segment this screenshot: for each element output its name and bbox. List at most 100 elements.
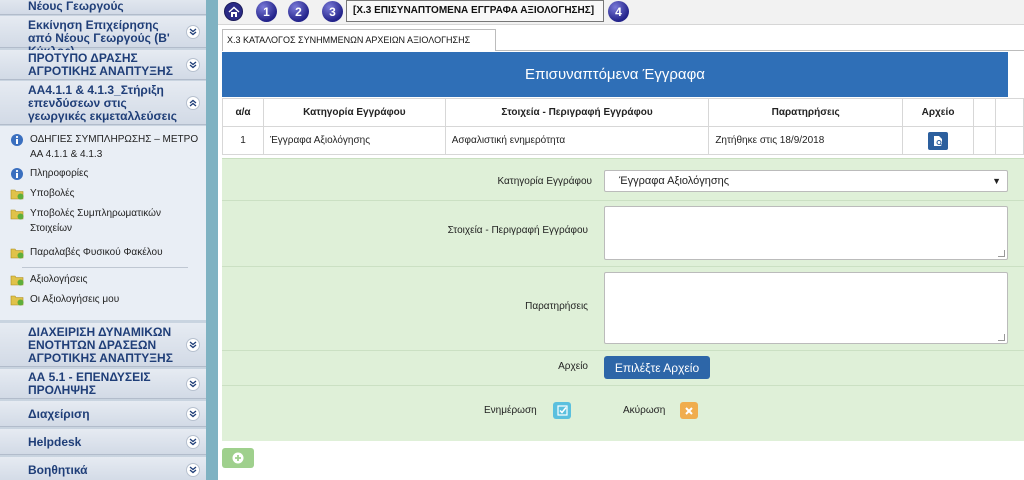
add-document-button[interactable] bbox=[222, 448, 254, 468]
column-header: α/α bbox=[222, 98, 264, 127]
cell-notes: Ζητήθηκε στις 18/9/2018 bbox=[708, 126, 904, 155]
sidebar-item-info[interactable]: Πληροφορίες bbox=[11, 166, 200, 181]
sidebar-item-label: Πληροφορίες bbox=[30, 168, 89, 179]
sidebar-item-label: Υποβολές bbox=[30, 188, 75, 199]
sidebar-section-label: Διαχείριση bbox=[28, 407, 90, 421]
tab-attached-files[interactable]: Χ.3 ΚΑΤΑΛΟΓΟΣ ΣΥΝΗΜΜΕΝΩΝ ΑΡΧΕΙΩΝ ΑΞΙΟΛΟΓ… bbox=[222, 29, 496, 51]
sidebar-section-young-farmers[interactable]: Νέους Γεωργούς bbox=[0, 0, 206, 15]
form-divider bbox=[222, 200, 1024, 201]
table-row[interactable]: 1 Έγγραφα Αξιολόγησης Ασφαλιστική ενημερ… bbox=[222, 126, 1024, 155]
info-icon bbox=[10, 167, 24, 180]
sidebar-section-label: ΠΡΟΤΥΠΟ ΔΡΑΣΗΣ ΑΓΡΟΤΙΚΗΣ ΑΝΑΠΤΥΞΗΣ bbox=[28, 51, 173, 78]
breadcrumb: [Χ.3 ΕΠΙΣΥΝΑΠΤΟΜΕΝΑ ΕΓΓΡΑΦΑ ΑΞΙΟΛΟΓΗΣΗΣ] bbox=[346, 0, 604, 22]
chevron-down-icon[interactable] bbox=[186, 57, 200, 72]
wizard-bar: 1 2 3 [Χ.3 ΕΠΙΣΥΝΑΠΤΟΜΕΝΑ ΕΓΓΡΑΦΑ ΑΞΙΟΛΟ… bbox=[218, 0, 1024, 25]
choose-file-button[interactable]: Επιλέξτε Αρχείο bbox=[604, 356, 710, 379]
file-label: Αρχείο bbox=[558, 361, 588, 372]
sidebar-item-label: Αξιολογήσεις bbox=[30, 274, 88, 285]
sidebar-item-supplementary[interactable]: Υποβολές Συμπληρωματικών Στοιχείων bbox=[10, 206, 200, 236]
sidebar-item-evaluations[interactable]: Αξιολογήσεις bbox=[10, 272, 200, 287]
folder-icon bbox=[10, 293, 24, 306]
description-label: Στοιχεία - Περιγραφή Εγγράφου bbox=[447, 225, 588, 236]
step-3-button[interactable]: 3 bbox=[322, 1, 343, 22]
column-header-empty bbox=[973, 98, 996, 127]
cell-description: Ασφαλιστική ενημερότητα bbox=[444, 126, 710, 155]
step-2-button[interactable]: 2 bbox=[288, 1, 309, 22]
cell-empty bbox=[994, 126, 1024, 155]
table-header-row: α/α Κατηγορία Εγγράφου Στοιχεία - Περιγρ… bbox=[222, 98, 1024, 127]
view-file-icon[interactable] bbox=[928, 131, 949, 150]
chevron-down-icon[interactable] bbox=[186, 434, 200, 449]
close-icon bbox=[685, 406, 693, 415]
home-icon[interactable] bbox=[224, 2, 243, 21]
chevron-down-icon[interactable] bbox=[186, 462, 200, 477]
category-select[interactable]: Έγγραφα Αξιολόγησης ▼ bbox=[604, 170, 1008, 192]
step-1-button[interactable]: 1 bbox=[256, 1, 277, 22]
column-header: Κατηγορία Εγγράφου bbox=[262, 98, 446, 127]
form-divider bbox=[222, 385, 1024, 386]
chevron-down-icon[interactable] bbox=[186, 406, 200, 421]
cell-file bbox=[902, 126, 975, 155]
menu-divider bbox=[22, 267, 188, 268]
cell-category: Έγγραφα Αξιολόγησης bbox=[262, 126, 446, 155]
resize-handle-icon[interactable] bbox=[998, 250, 1005, 257]
category-label: Κατηγορία Εγγράφου bbox=[497, 176, 592, 187]
category-select-value: Έγγραφα Αξιολόγησης bbox=[619, 175, 730, 187]
caret-down-icon: ▼ bbox=[992, 176, 1001, 186]
resize-handle-icon[interactable] bbox=[998, 334, 1005, 341]
documents-table: α/α Κατηγορία Εγγράφου Στοιχεία - Περιγρ… bbox=[222, 98, 1024, 155]
sidebar-section-label: Βοηθητικά bbox=[28, 463, 88, 477]
cancel-label: Ακύρωση bbox=[623, 405, 666, 416]
form-divider bbox=[222, 350, 1024, 351]
sidebar-section-label: Helpdesk bbox=[28, 435, 82, 449]
info-icon bbox=[10, 133, 24, 146]
step-4-button[interactable]: 4 bbox=[608, 1, 629, 22]
tab-divider bbox=[496, 50, 1024, 51]
sidebar-item-my-evaluations[interactable]: Οι Αξιολογήσεις μου bbox=[10, 292, 200, 307]
sidebar-menu: ΟΔΗΓΙΕΣ ΣΥΜΠΛΗΡΩΣΗΣ – ΜΕΤΡΟ ΑΑ 4.1.1 & 4… bbox=[0, 126, 206, 320]
column-header-empty bbox=[994, 98, 1024, 127]
update-button[interactable] bbox=[553, 402, 571, 419]
sidebar-section-management[interactable]: Διαχείριση bbox=[0, 401, 206, 427]
sidebar-frame: Νέους Γεωργούς Εκκίνηση Επιχείρησης από … bbox=[0, 0, 218, 480]
sidebar-section-label: Νέους Γεωργούς bbox=[28, 0, 124, 13]
sidebar-item-instructions[interactable]: ΟΔΗΓΙΕΣ ΣΥΜΠΛΗΡΩΣΗΣ – ΜΕΤΡΟ ΑΑ 4.1.1 & 4… bbox=[11, 132, 200, 162]
notes-textarea[interactable] bbox=[604, 272, 1008, 344]
description-textarea[interactable] bbox=[604, 206, 1008, 260]
folder-icon bbox=[10, 246, 24, 259]
sidebar-section-label: ΔΙΑΧΕΙΡΙΣΗ ΔΥΝΑΜΙΚΩΝ ΕΝΟΤΗΤΩΝ ΔΡΑΣΕΩΝ ΑΓ… bbox=[28, 325, 173, 365]
sidebar-section-dynamic-units[interactable]: ΔΙΑΧΕΙΡΙΣΗ ΔΥΝΑΜΙΚΩΝ ΕΝΟΤΗΤΩΝ ΔΡΑΣΕΩΝ ΑΓ… bbox=[0, 323, 206, 367]
panel-title: Επισυναπτόμενα Έγγραφα bbox=[222, 52, 1008, 97]
cancel-button[interactable] bbox=[680, 402, 698, 419]
sidebar-section-young-farmers-b[interactable]: Εκκίνηση Επιχείρησης από Νέους Γεωργούς … bbox=[0, 16, 206, 58]
notes-label: Παρατηρήσεις bbox=[525, 301, 588, 312]
sidebar-item-label: ΟΔΗΓΙΕΣ ΣΥΜΠΛΗΡΩΣΗΣ – ΜΕΤΡΟ ΑΑ 4.1.1 & 4… bbox=[30, 134, 199, 160]
column-header: Παρατηρήσεις bbox=[708, 98, 904, 127]
sidebar-section-aa51[interactable]: ΑΑ 5.1 - ΕΠΕΝΔΥΣΕΙΣ ΠΡΟΛΗΨΗΣ bbox=[0, 369, 206, 399]
sidebar-section-rural-dev-model[interactable]: ΠΡΟΤΥΠΟ ΔΡΑΣΗΣ ΑΓΡΟΤΙΚΗΣ ΑΝΑΠΤΥΞΗΣ bbox=[0, 50, 206, 80]
sidebar-item-label: Παραλαβές Φυσικού Φακέλου bbox=[30, 247, 163, 258]
sidebar-item-label: Υποβολές Συμπληρωματικών Στοιχείων bbox=[30, 208, 161, 234]
plus-icon bbox=[232, 452, 244, 464]
sidebar-item-physical-folder[interactable]: Παραλαβές Φυσικού Φακέλου bbox=[10, 245, 200, 260]
folder-icon bbox=[10, 273, 24, 286]
cell-number: 1 bbox=[222, 126, 264, 155]
cell-empty bbox=[973, 126, 996, 155]
chevron-down-icon[interactable] bbox=[186, 337, 200, 352]
sidebar-section-auxiliary[interactable]: Βοηθητικά bbox=[0, 457, 206, 480]
chevron-down-icon[interactable] bbox=[186, 376, 200, 391]
check-edit-icon bbox=[556, 405, 568, 416]
chevron-down-icon[interactable] bbox=[186, 24, 200, 39]
sidebar-section-helpdesk[interactable]: Helpdesk bbox=[0, 429, 206, 455]
folder-icon bbox=[10, 187, 24, 200]
edit-document-form: Κατηγορία Εγγράφου Έγγραφα Αξιολόγησης ▼… bbox=[222, 158, 1024, 441]
update-label: Ενημέρωση bbox=[484, 405, 537, 416]
column-header: Αρχείο bbox=[902, 98, 975, 127]
sidebar-section-label: ΑΑ 5.1 - ΕΠΕΝΔΥΣΕΙΣ ΠΡΟΛΗΨΗΣ bbox=[28, 370, 151, 397]
sidebar-section-label: ΑΑ4.1.1 & 4.1.3_Στήριξη επενδύσεων στις … bbox=[28, 83, 177, 123]
sidebar-item-submissions[interactable]: Υποβολές bbox=[10, 186, 200, 201]
form-divider bbox=[222, 266, 1024, 267]
sidebar-section-aa411[interactable]: ΑΑ4.1.1 & 4.1.3_Στήριξη επενδύσεων στις … bbox=[0, 81, 206, 125]
chevron-up-icon[interactable] bbox=[186, 95, 200, 110]
sidebar-item-label: Οι Αξιολογήσεις μου bbox=[30, 294, 120, 305]
